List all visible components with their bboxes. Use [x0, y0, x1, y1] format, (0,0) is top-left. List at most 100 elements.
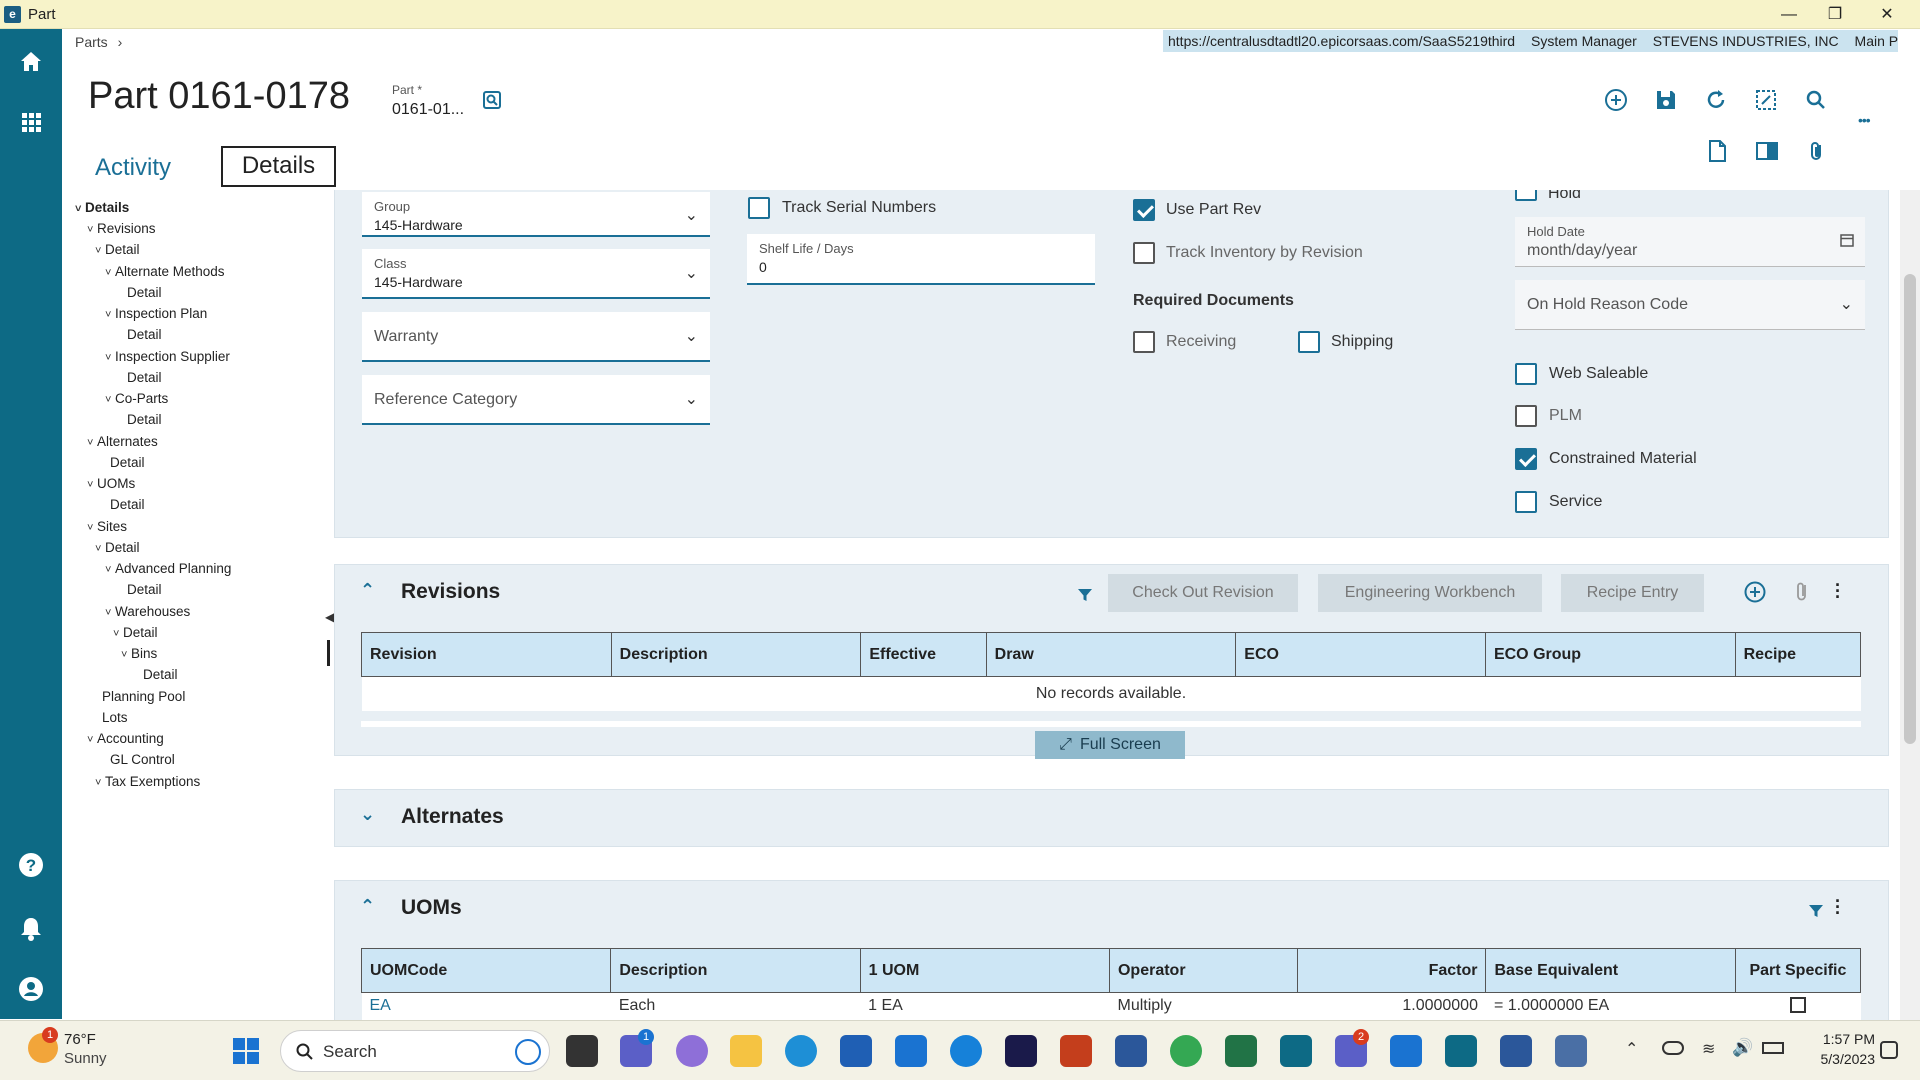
- clear-form-icon[interactable]: [1752, 86, 1780, 114]
- class-dropdown[interactable]: Class 145-Hardware ⌄: [362, 249, 710, 299]
- chevron-down-icon[interactable]: ˅: [87, 479, 97, 491]
- tree-item[interactable]: ˅ Alternates: [87, 434, 158, 449]
- engineering-workbench-button[interactable]: Engineering Workbench: [1318, 574, 1542, 612]
- tree-item[interactable]: ˅ Details: [75, 200, 129, 215]
- mail-icon[interactable]: [895, 1035, 927, 1067]
- uoms-column-header[interactable]: Operator: [1108, 948, 1299, 993]
- chevron-down-icon[interactable]: ˅: [95, 245, 105, 257]
- edge-browser-icon[interactable]: [785, 1035, 817, 1067]
- powerpoint-icon[interactable]: [1060, 1035, 1092, 1067]
- battery-icon[interactable]: [1762, 1042, 1784, 1054]
- web-saleable-checkbox[interactable]: [1515, 363, 1537, 385]
- part-specific-checkbox[interactable]: [1789, 997, 1806, 1013]
- tree-item[interactable]: Detail: [133, 667, 178, 682]
- collapse-tree-icon[interactable]: ◀: [325, 610, 334, 624]
- visio-icon[interactable]: [1500, 1035, 1532, 1067]
- plm-checkbox[interactable]: [1515, 405, 1537, 427]
- document-icon[interactable]: [1703, 137, 1731, 165]
- tree-item[interactable]: Detail: [100, 497, 145, 512]
- chevron-down-icon[interactable]: ˅: [87, 522, 97, 534]
- tree-item[interactable]: ˅ Sites: [87, 519, 127, 534]
- webex-icon[interactable]: [1005, 1035, 1037, 1067]
- chevron-down-icon[interactable]: ˅: [105, 394, 115, 406]
- chevron-down-icon[interactable]: ˅: [95, 543, 105, 555]
- revisions-column-header[interactable]: Recipe: [1734, 632, 1862, 677]
- chevron-down-icon[interactable]: ˅: [87, 224, 97, 236]
- tree-item[interactable]: GL Control: [100, 752, 175, 767]
- hold-checkbox[interactable]: [1515, 190, 1537, 201]
- revisions-column-header[interactable]: Draw: [985, 632, 1237, 677]
- use-part-rev-checkbox[interactable]: [1133, 199, 1155, 221]
- cortana-icon[interactable]: [950, 1035, 982, 1067]
- remote-desktop-icon[interactable]: [1555, 1035, 1587, 1067]
- chevron-down-icon[interactable]: ˅: [75, 203, 85, 215]
- filter-icon[interactable]: [1077, 587, 1093, 607]
- tree-item[interactable]: Detail: [117, 582, 162, 597]
- close-window-button[interactable]: ✕: [1864, 2, 1910, 27]
- file-explorer-icon[interactable]: [730, 1035, 762, 1067]
- tab-activity[interactable]: Activity: [95, 154, 171, 182]
- table-row[interactable]: EA Each 1 EA Multiply 1.0000000 = 1.0000000 E…: [361, 992, 1861, 1020]
- uoms-column-header[interactable]: Description: [610, 948, 861, 993]
- tree-item[interactable]: Detail: [100, 455, 145, 470]
- epicor-app-2-icon[interactable]: [1445, 1035, 1477, 1067]
- tree-item[interactable]: ˅ Accounting: [87, 731, 164, 746]
- track-serial-numbers-checkbox[interactable]: [748, 197, 770, 219]
- hold-date-field[interactable]: Hold Date month/day/year: [1515, 217, 1865, 267]
- group-dropdown[interactable]: Group 145-Hardware ⌄: [362, 192, 710, 237]
- uoms-column-header[interactable]: Part Specific: [1734, 948, 1862, 993]
- notepad-icon[interactable]: [1390, 1035, 1422, 1067]
- revisions-column-header[interactable]: Description: [610, 632, 862, 677]
- constrained-material-checkbox[interactable]: [1515, 448, 1537, 470]
- chevron-down-icon[interactable]: ˅: [105, 352, 115, 364]
- tree-item[interactable]: ˅ Co-Parts: [105, 391, 168, 406]
- chevron-down-icon[interactable]: ˅: [121, 649, 131, 661]
- tree-item[interactable]: ˅ UOMs: [87, 476, 135, 491]
- tree-item[interactable]: Detail: [117, 370, 162, 385]
- task-view-icon[interactable]: [566, 1035, 598, 1067]
- uoms-column-header[interactable]: Base Equivalent: [1485, 948, 1736, 993]
- filter-icon[interactable]: [1808, 903, 1824, 923]
- epicor-app-icon[interactable]: [1280, 1035, 1312, 1067]
- tree-item[interactable]: ˅ Alternate Methods: [105, 264, 225, 279]
- chevron-down-icon[interactable]: ˅: [87, 437, 97, 449]
- track-inventory-by-revision-checkbox[interactable]: [1133, 242, 1155, 264]
- windows-start-icon[interactable]: [230, 1035, 262, 1067]
- environment-plant[interactable]: Main Plant: [1855, 33, 1898, 49]
- vertical-scrollbar[interactable]: [1900, 190, 1920, 1020]
- tree-item[interactable]: Lots: [92, 710, 128, 725]
- shelf-life-field[interactable]: Shelf Life / Days 0: [747, 234, 1095, 285]
- service-checkbox[interactable]: [1515, 491, 1537, 513]
- tree-item[interactable]: Planning Pool: [92, 689, 185, 704]
- minimize-button[interactable]: —: [1766, 2, 1812, 27]
- help-icon[interactable]: ?: [15, 849, 47, 881]
- chrome-icon[interactable]: [1170, 1035, 1202, 1067]
- uoms-column-header[interactable]: 1 UOM: [859, 948, 1110, 993]
- store-icon[interactable]: [840, 1035, 872, 1067]
- revisions-more-icon[interactable]: · · ·: [1835, 576, 1841, 606]
- teams-chat-icon[interactable]: 1: [620, 1029, 654, 1067]
- chevron-down-icon[interactable]: ˅: [113, 628, 123, 640]
- uoms-column-header[interactable]: UOMCode: [360, 948, 612, 993]
- tree-item[interactable]: ˅ Detail: [113, 625, 158, 640]
- part-search-icon[interactable]: [482, 90, 502, 114]
- chevron-up-icon[interactable]: ⌃: [1625, 1039, 1638, 1059]
- reference-category-dropdown[interactable]: Reference Category ⌄: [362, 375, 710, 425]
- scrollbar-thumb[interactable]: [1904, 274, 1916, 744]
- restore-button[interactable]: ❐: [1812, 2, 1858, 27]
- revisions-column-header[interactable]: Revision: [361, 632, 612, 677]
- onedrive-icon[interactable]: [1662, 1041, 1684, 1055]
- teams-icon[interactable]: 2: [1335, 1029, 1369, 1067]
- save-icon[interactable]: [1652, 86, 1680, 114]
- tree-item[interactable]: Detail: [117, 412, 162, 427]
- revisions-column-header[interactable]: ECO: [1235, 632, 1486, 677]
- part-key-field[interactable]: Part * 0161-01...: [392, 83, 464, 119]
- tree-item[interactable]: Detail: [117, 327, 162, 342]
- table-cell[interactable]: EA: [361, 992, 611, 1020]
- chevron-down-icon[interactable]: ˅: [95, 777, 105, 789]
- revisions-column-header[interactable]: ECO Group: [1484, 632, 1736, 677]
- check-out-revision-button[interactable]: Check Out Revision: [1108, 574, 1298, 612]
- apps-grid-icon[interactable]: [15, 106, 47, 138]
- panel-toggle-icon[interactable]: [1753, 137, 1781, 165]
- tree-item[interactable]: ˅ Tax Exemptions: [95, 774, 200, 789]
